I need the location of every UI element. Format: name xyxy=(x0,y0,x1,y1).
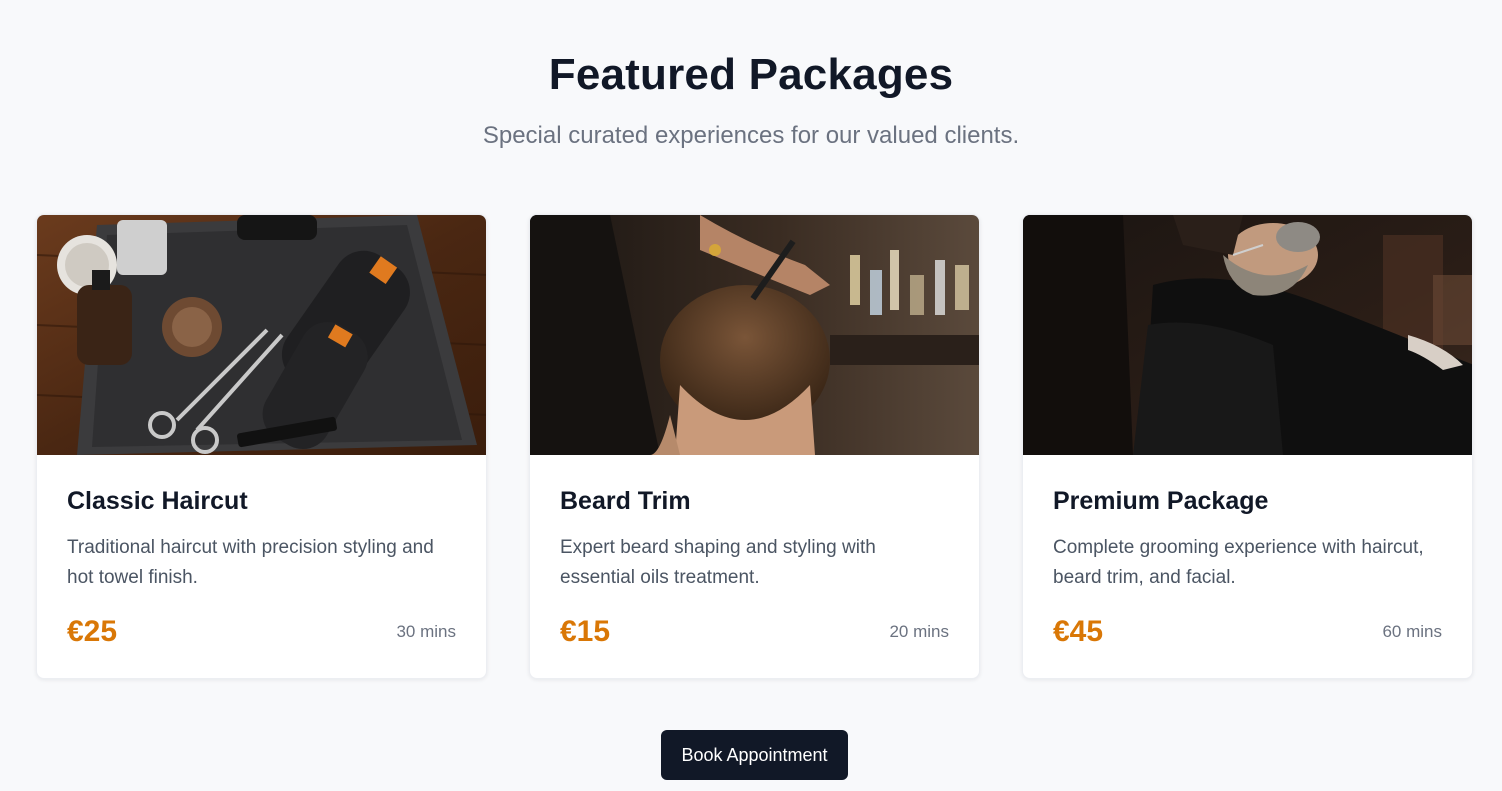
package-card-classic-haircut[interactable]: Classic Haircut Traditional haircut with… xyxy=(36,214,487,679)
package-description: Expert beard shaping and styling with es… xyxy=(560,537,876,588)
barber-tools-photo xyxy=(37,215,486,455)
card-body: Premium Package Complete grooming experi… xyxy=(1053,487,1442,593)
package-description: Complete grooming experience with haircu… xyxy=(1053,537,1424,588)
package-price: €45 xyxy=(1053,615,1104,648)
package-card-premium-package[interactable]: Premium Package Complete grooming experi… xyxy=(1022,214,1473,679)
package-title: Beard Trim xyxy=(560,487,691,515)
card-footer: €25 30 mins xyxy=(67,615,456,649)
package-description: Traditional haircut with precision styli… xyxy=(67,537,434,588)
card-footer: €15 20 mins xyxy=(560,615,949,649)
package-title: Premium Package xyxy=(1053,487,1269,515)
beard-grooming-photo xyxy=(1023,215,1472,455)
package-price: €15 xyxy=(560,615,611,648)
package-duration: 30 mins xyxy=(396,622,456,641)
card-body: Beard Trim Expert beard shaping and styl… xyxy=(560,487,949,593)
haircut-in-progress-photo xyxy=(530,215,979,455)
package-price: €25 xyxy=(67,615,118,648)
card-body: Classic Haircut Traditional haircut with… xyxy=(67,487,456,593)
book-appointment-button[interactable]: Book Appointment xyxy=(661,730,848,780)
section-title: Featured Packages xyxy=(548,50,954,99)
featured-packages-section: Featured Packages Special curated experi… xyxy=(0,0,1502,791)
package-cards: Classic Haircut Traditional haircut with… xyxy=(36,214,1473,679)
section-subtitle: Special curated experiences for our valu… xyxy=(482,122,1020,149)
package-duration: 20 mins xyxy=(889,622,949,641)
package-card-beard-trim[interactable]: Beard Trim Expert beard shaping and styl… xyxy=(529,214,980,679)
card-footer: €45 60 mins xyxy=(1053,615,1442,649)
package-title: Classic Haircut xyxy=(67,487,248,515)
package-duration: 60 mins xyxy=(1382,622,1442,641)
